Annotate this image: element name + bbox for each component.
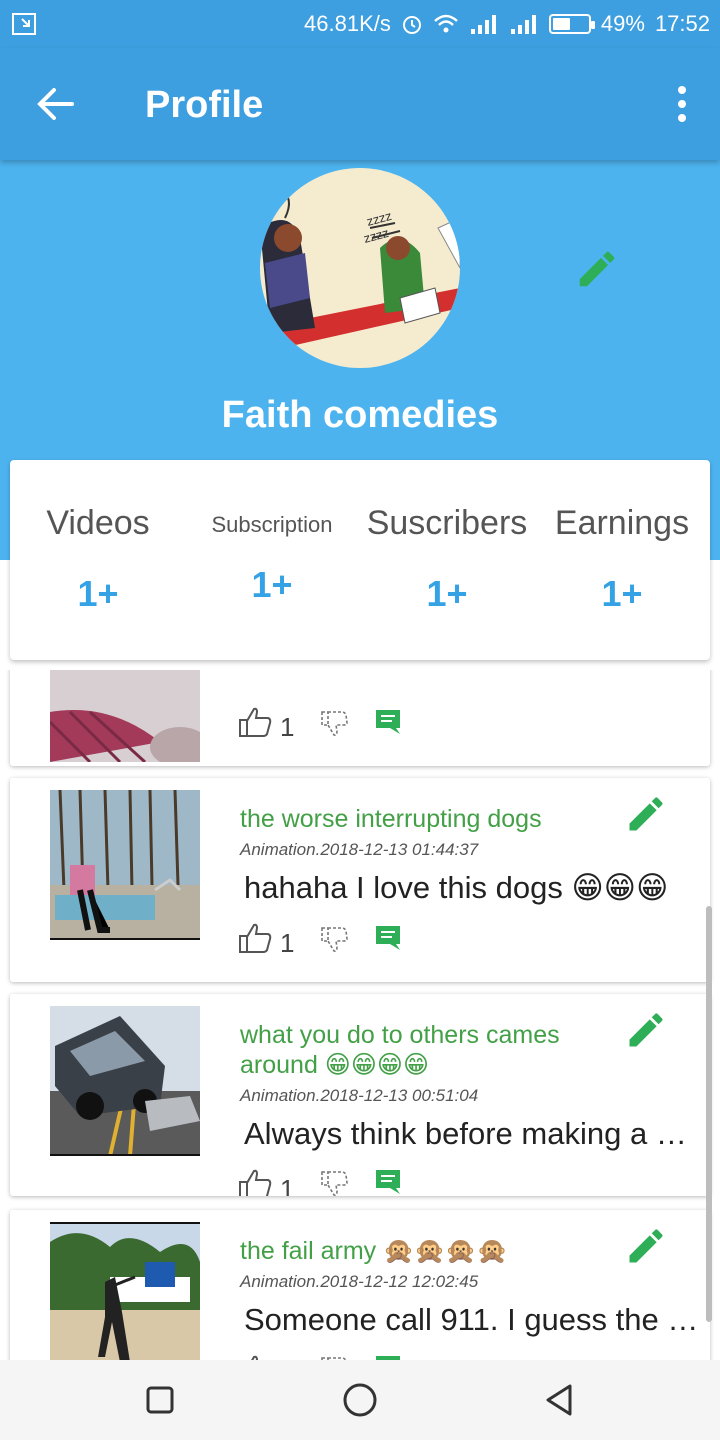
video-thumbnail[interactable] — [50, 670, 200, 762]
stat-subscription[interactable]: Subscription 1+ — [200, 512, 344, 606]
stat-subscribers[interactable]: Suscribers 1+ — [360, 504, 534, 615]
arrow-back-icon[interactable] — [30, 78, 82, 130]
video-thumbnail[interactable] — [50, 790, 200, 940]
avatar[interactable]: zzzz zzzz — [260, 168, 460, 368]
stat-label: Subscription — [211, 512, 333, 537]
stat-videos[interactable]: Videos 1+ — [28, 504, 168, 615]
video-list[interactable]: 1 the worse interrupting dogs Animation.… — [0, 670, 720, 1360]
dislike-icon[interactable] — [320, 1170, 348, 1196]
signal-icon — [470, 15, 496, 34]
like-icon[interactable] — [238, 1168, 272, 1196]
stat-value: 1+ — [251, 564, 293, 605]
square-recents-icon[interactable] — [140, 1380, 180, 1420]
edit-profile-icon[interactable] — [574, 246, 620, 292]
app-bar: Profile — [0, 48, 720, 160]
comment-icon[interactable] — [374, 708, 402, 736]
video-thumbnail[interactable] — [50, 1222, 200, 1360]
video-meta: Animation.2018-12-12 12:02:45 — [240, 1272, 479, 1291]
video-description: hahaha I love this dogs 😁😁😁 — [244, 870, 669, 905]
video-meta: Animation.2018-12-13 00:51:04 — [240, 1086, 479, 1105]
profile-name: Faith comedies — [221, 394, 499, 436]
video-thumbnail[interactable] — [50, 1006, 200, 1156]
edit-icon[interactable] — [624, 1008, 668, 1052]
video-card[interactable]: the worse interrupting dogs Animation.20… — [10, 778, 710, 982]
stat-earnings[interactable]: Earnings 1+ — [548, 504, 696, 615]
system-nav-bar — [0, 1360, 720, 1440]
stat-value: 1+ — [601, 573, 643, 614]
signal-icon-2 — [510, 15, 536, 34]
like-icon[interactable] — [238, 706, 272, 738]
wifi-icon — [434, 14, 458, 33]
edit-icon[interactable] — [624, 1224, 668, 1268]
like-count: 1 — [280, 712, 295, 742]
screen-cast-icon — [12, 13, 36, 35]
status-right: 46.81K/s 49% 17:52 — [304, 10, 710, 38]
video-title[interactable]: the worse interrupting dogs — [240, 804, 600, 834]
video-meta: Animation.2018-12-13 01:44:37 — [240, 840, 479, 859]
video-title[interactable]: the fail army 🙊🙊🙊🙊 — [240, 1236, 600, 1266]
video-card[interactable]: the fail army 🙊🙊🙊🙊 Animation.2018-12-12 … — [10, 1210, 710, 1360]
video-card[interactable]: what you do to others cames around 😁😁😁😁 … — [10, 994, 710, 1196]
page-title: Profile — [145, 84, 264, 126]
network-speed: 46.81K/s — [304, 11, 391, 36]
edit-icon[interactable] — [624, 792, 668, 836]
dislike-icon[interactable] — [320, 926, 348, 954]
clock: 17:52 — [654, 11, 710, 36]
like-count: 1 — [280, 1174, 295, 1196]
comment-icon[interactable] — [374, 924, 402, 952]
status-bar: 46.81K/s 49% 17:52 — [0, 0, 720, 48]
stats-card: Videos 1+ Subscription 1+ Suscribers 1+ … — [10, 460, 710, 660]
video-description: Always think before making a decision — [244, 1116, 704, 1151]
comment-icon[interactable] — [374, 1168, 402, 1196]
stat-label: Videos — [46, 504, 150, 542]
video-title[interactable]: what you do to others cames around 😁😁😁😁 — [240, 1020, 600, 1080]
more-vert-icon[interactable] — [670, 80, 694, 128]
video-card[interactable]: 1 — [10, 670, 710, 766]
scrollbar[interactable] — [706, 906, 712, 1322]
stat-label: Suscribers — [366, 504, 528, 542]
dislike-icon[interactable] — [320, 710, 348, 738]
stat-value: 1+ — [426, 573, 468, 614]
stat-value: 1+ — [77, 573, 119, 614]
profile-screen: 46.81K/s 49% 17:52 Profile zzzz zzzz Fai… — [0, 0, 720, 1440]
video-description: Someone call 911. I guess the guy is dea… — [244, 1302, 704, 1337]
stat-label: Earnings — [554, 504, 690, 542]
battery-icon — [548, 14, 595, 34]
circle-home-icon[interactable] — [340, 1380, 380, 1420]
battery-percent: 49% — [600, 11, 645, 36]
triangle-back-icon[interactable] — [540, 1380, 580, 1420]
alarm-icon — [402, 16, 421, 34]
like-count: 1 — [280, 928, 295, 958]
like-icon[interactable] — [238, 922, 272, 954]
